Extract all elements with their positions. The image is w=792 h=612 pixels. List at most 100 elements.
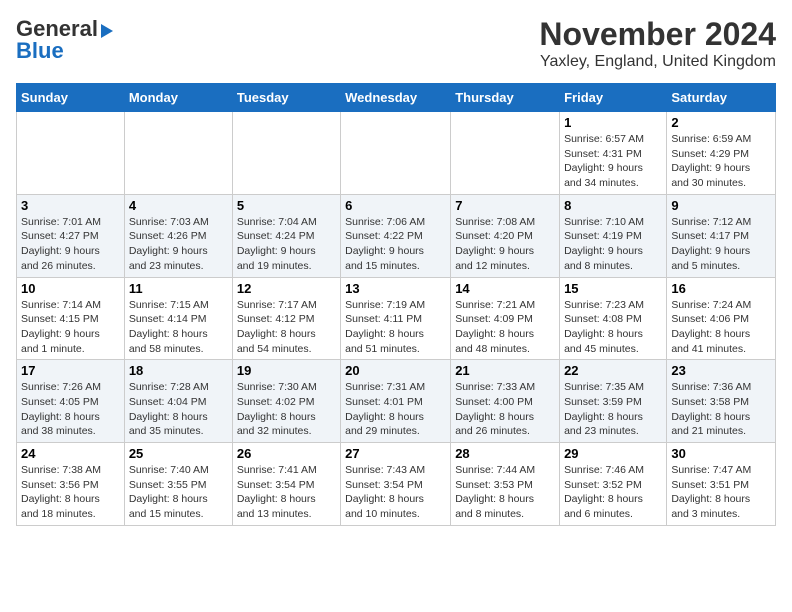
day-number: 19: [237, 363, 336, 378]
day-number: 30: [671, 446, 771, 461]
calendar-cell: 30Sunrise: 7:47 AM Sunset: 3:51 PM Dayli…: [667, 443, 776, 526]
calendar-cell: 23 Sunrise: 7:36 AM Sunset: 3:58 PM Dayli…: [667, 360, 776, 443]
calendar-cell: 13 Sunrise: 7:19 AM Sunset: 4:11 PM Dayli…: [341, 277, 451, 360]
day-info: Sunrise: 7:21 AM Sunset: 4:09 PM Dayligh…: [455, 298, 555, 357]
page-subtitle: Yaxley, England, United Kingdom: [539, 53, 776, 71]
day-info: Sunrise: 7:17 AM Sunset: 4:12 PM Dayligh…: [237, 298, 336, 357]
calendar-day-header: Thursday: [451, 84, 560, 112]
calendar-cell: 5Sunrise: 7:04 AM Sunset: 4:24 PM Daylig…: [232, 194, 340, 277]
day-number: 14: [455, 281, 555, 296]
calendar-cell: 26 Sunrise: 7:41 AM Sunset: 3:54 PM Dayli…: [232, 443, 340, 526]
calendar-day-header: Tuesday: [232, 84, 340, 112]
calendar-cell: 3 Sunrise: 7:01 AM Sunset: 4:27 PM Daylig…: [17, 194, 125, 277]
day-info: Sunrise: 7:31 AM Sunset: 4:01 PM Dayligh…: [345, 380, 446, 439]
calendar-week-row: 17Sunrise: 7:26 AM Sunset: 4:05 PM Dayli…: [17, 360, 776, 443]
day-info: Sunrise: 7:40 AM Sunset: 3:55 PM Dayligh…: [129, 463, 228, 522]
day-number: 21: [455, 363, 555, 378]
calendar-cell: [232, 112, 340, 195]
calendar-day-header: Wednesday: [341, 84, 451, 112]
day-info: Sunrise: 7:03 AM Sunset: 4:26 PM Dayligh…: [129, 215, 228, 274]
calendar-cell: 6Sunrise: 7:06 AM Sunset: 4:22 PM Daylig…: [341, 194, 451, 277]
calendar-cell: [124, 112, 232, 195]
day-number: 6: [345, 198, 446, 213]
day-number: 8: [564, 198, 662, 213]
calendar-cell: 17Sunrise: 7:26 AM Sunset: 4:05 PM Dayli…: [17, 360, 125, 443]
day-info: Sunrise: 6:59 AM Sunset: 4:29 PM Dayligh…: [671, 132, 771, 191]
calendar-cell: 7 Sunrise: 7:08 AM Sunset: 4:20 PM Daylig…: [451, 194, 560, 277]
day-info: Sunrise: 7:12 AM Sunset: 4:17 PM Dayligh…: [671, 215, 771, 274]
day-info: Sunrise: 7:15 AM Sunset: 4:14 PM Dayligh…: [129, 298, 228, 357]
day-number: 13: [345, 281, 446, 296]
calendar-cell: 10 Sunrise: 7:14 AM Sunset: 4:15 PM Dayli…: [17, 277, 125, 360]
day-number: 3: [21, 198, 120, 213]
calendar-day-header: Sunday: [17, 84, 125, 112]
day-number: 2: [671, 115, 771, 130]
calendar-day-header: Saturday: [667, 84, 776, 112]
calendar-cell: 9Sunrise: 7:12 AM Sunset: 4:17 PM Daylig…: [667, 194, 776, 277]
calendar-week-row: 10 Sunrise: 7:14 AM Sunset: 4:15 PM Dayli…: [17, 277, 776, 360]
calendar-day-header: Friday: [560, 84, 667, 112]
calendar-header-row: SundayMondayTuesdayWednesdayThursdayFrid…: [17, 84, 776, 112]
day-number: 20: [345, 363, 446, 378]
calendar-cell: 15 Sunrise: 7:23 AM Sunset: 4:08 PM Dayli…: [560, 277, 667, 360]
day-info: Sunrise: 7:01 AM Sunset: 4:27 PM Dayligh…: [21, 215, 120, 274]
day-number: 16: [671, 281, 771, 296]
day-info: Sunrise: 7:35 AM Sunset: 3:59 PM Dayligh…: [564, 380, 662, 439]
day-info: Sunrise: 7:04 AM Sunset: 4:24 PM Dayligh…: [237, 215, 336, 274]
calendar-week-row: 3 Sunrise: 7:01 AM Sunset: 4:27 PM Daylig…: [17, 194, 776, 277]
day-info: Sunrise: 7:38 AM Sunset: 3:56 PM Dayligh…: [21, 463, 120, 522]
calendar-cell: 22 Sunrise: 7:35 AM Sunset: 3:59 PM Dayli…: [560, 360, 667, 443]
day-number: 24: [21, 446, 120, 461]
calendar-day-header: Monday: [124, 84, 232, 112]
calendar-cell: 18 Sunrise: 7:28 AM Sunset: 4:04 PM Dayli…: [124, 360, 232, 443]
calendar-cell: 11 Sunrise: 7:15 AM Sunset: 4:14 PM Dayli…: [124, 277, 232, 360]
calendar-cell: [451, 112, 560, 195]
day-number: 25: [129, 446, 228, 461]
page-header: General Blue November 2024 Yaxley, Engla…: [16, 16, 776, 71]
day-number: 7: [455, 198, 555, 213]
day-info: Sunrise: 7:26 AM Sunset: 4:05 PM Dayligh…: [21, 380, 120, 439]
calendar-cell: 27 Sunrise: 7:43 AM Sunset: 3:54 PM Dayli…: [341, 443, 451, 526]
day-number: 26: [237, 446, 336, 461]
day-info: Sunrise: 7:43 AM Sunset: 3:54 PM Dayligh…: [345, 463, 446, 522]
calendar-cell: 12 Sunrise: 7:17 AM Sunset: 4:12 PM Dayli…: [232, 277, 340, 360]
calendar-cell: 2 Sunrise: 6:59 AM Sunset: 4:29 PM Daylig…: [667, 112, 776, 195]
day-number: 29: [564, 446, 662, 461]
day-info: Sunrise: 7:19 AM Sunset: 4:11 PM Dayligh…: [345, 298, 446, 357]
calendar-table: SundayMondayTuesdayWednesdayThursdayFrid…: [16, 83, 776, 526]
calendar-cell: [17, 112, 125, 195]
logo-arrow-icon: [101, 24, 113, 38]
day-number: 18: [129, 363, 228, 378]
day-info: Sunrise: 7:14 AM Sunset: 4:15 PM Dayligh…: [21, 298, 120, 357]
day-info: Sunrise: 6:57 AM Sunset: 4:31 PM Dayligh…: [564, 132, 662, 191]
day-number: 10: [21, 281, 120, 296]
calendar-week-row: 24 Sunrise: 7:38 AM Sunset: 3:56 PM Dayli…: [17, 443, 776, 526]
day-info: Sunrise: 7:08 AM Sunset: 4:20 PM Dayligh…: [455, 215, 555, 274]
day-number: 11: [129, 281, 228, 296]
calendar-cell: 1Sunrise: 6:57 AM Sunset: 4:31 PM Daylig…: [560, 112, 667, 195]
calendar-cell: 14 Sunrise: 7:21 AM Sunset: 4:09 PM Dayli…: [451, 277, 560, 360]
day-number: 27: [345, 446, 446, 461]
title-block: November 2024 Yaxley, England, United Ki…: [539, 16, 776, 71]
day-number: 15: [564, 281, 662, 296]
calendar-cell: 25 Sunrise: 7:40 AM Sunset: 3:55 PM Dayli…: [124, 443, 232, 526]
day-number: 4: [129, 198, 228, 213]
day-number: 23: [671, 363, 771, 378]
calendar-cell: 19Sunrise: 7:30 AM Sunset: 4:02 PM Dayli…: [232, 360, 340, 443]
day-info: Sunrise: 7:23 AM Sunset: 4:08 PM Dayligh…: [564, 298, 662, 357]
day-info: Sunrise: 7:46 AM Sunset: 3:52 PM Dayligh…: [564, 463, 662, 522]
day-number: 12: [237, 281, 336, 296]
calendar-cell: 20 Sunrise: 7:31 AM Sunset: 4:01 PM Dayli…: [341, 360, 451, 443]
day-number: 22: [564, 363, 662, 378]
day-info: Sunrise: 7:36 AM Sunset: 3:58 PM Dayligh…: [671, 380, 771, 439]
calendar-cell: 16Sunrise: 7:24 AM Sunset: 4:06 PM Dayli…: [667, 277, 776, 360]
page-title: November 2024: [539, 16, 776, 53]
logo: General Blue: [16, 16, 113, 64]
day-info: Sunrise: 7:41 AM Sunset: 3:54 PM Dayligh…: [237, 463, 336, 522]
day-info: Sunrise: 7:33 AM Sunset: 4:00 PM Dayligh…: [455, 380, 555, 439]
day-info: Sunrise: 7:44 AM Sunset: 3:53 PM Dayligh…: [455, 463, 555, 522]
day-info: Sunrise: 7:28 AM Sunset: 4:04 PM Dayligh…: [129, 380, 228, 439]
calendar-cell: 28Sunrise: 7:44 AM Sunset: 3:53 PM Dayli…: [451, 443, 560, 526]
calendar-cell: 4 Sunrise: 7:03 AM Sunset: 4:26 PM Daylig…: [124, 194, 232, 277]
logo-blue: Blue: [16, 38, 64, 64]
